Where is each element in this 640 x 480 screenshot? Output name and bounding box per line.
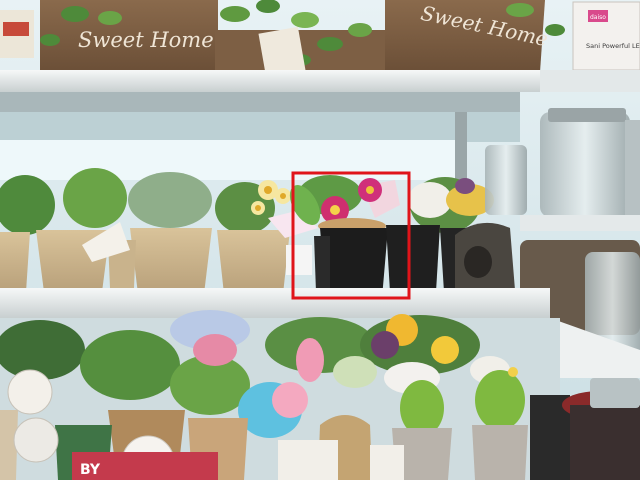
hang-tag-top-middle xyxy=(258,26,306,78)
pulp-pots xyxy=(0,228,290,294)
price-tag-text: BY xyxy=(80,462,101,478)
sign-left-text: Sweet Home xyxy=(78,28,214,52)
pulp-pot-2 xyxy=(130,228,212,294)
photo-canvas: Sweet Home Sweet Home daiso Sani Powerfu… xyxy=(0,0,640,480)
middle-shelf-board xyxy=(0,288,550,318)
store-shelf-photo: Sweet Home Sweet Home daiso Sani Powerfu… xyxy=(0,0,640,480)
box-label-text: Sani Powerful LED xyxy=(586,42,640,50)
box-brand-text: daiso xyxy=(590,14,606,21)
top-shelf-underside xyxy=(0,92,520,112)
pulp-pot-3 xyxy=(217,230,290,294)
top-shelf-board xyxy=(0,70,540,92)
